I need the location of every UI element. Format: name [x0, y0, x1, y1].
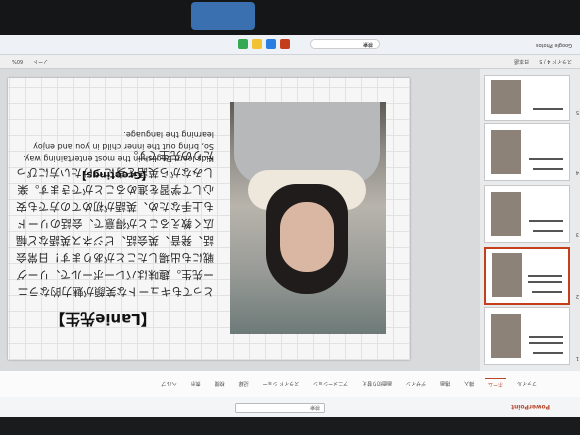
- thumbnail-text-line: [532, 291, 562, 293]
- thumbnail-text-line: [533, 352, 563, 354]
- slide-thumbnail[interactable]: [484, 185, 570, 243]
- tab-animations[interactable]: アニメーション: [310, 379, 351, 390]
- slide-editor[interactable]: 【Lanie先生】 とってもキュートな笑顔が魅力的なラニー先生。趣味はバレーボー…: [8, 78, 410, 360]
- slide-title[interactable]: 【Lanie先生】: [18, 309, 188, 330]
- thumb-number: 4: [575, 169, 579, 175]
- thumbnail-photo: [491, 314, 521, 358]
- taskbar-search-label: 検索: [362, 41, 373, 47]
- tab-view[interactable]: 表示: [188, 379, 204, 390]
- ribbon-tabs: ファイル ホーム 挿入 描画 デザイン 画面切り替え アニメーション スライド …: [0, 370, 580, 397]
- tab-help[interactable]: ヘルプ: [159, 379, 180, 390]
- thumb-number: 3: [575, 231, 579, 237]
- explorer-icon[interactable]: [252, 39, 262, 49]
- chrome-icon[interactable]: [238, 39, 248, 49]
- taskbar-search[interactable]: 検索: [310, 39, 380, 49]
- taskbar-widget[interactable]: Google Photos: [536, 42, 572, 48]
- thumbnail-photo: [492, 253, 522, 297]
- tab-file[interactable]: ファイル: [514, 379, 540, 390]
- zoom-level[interactable]: 60%: [12, 59, 23, 65]
- tab-draw[interactable]: 描画: [437, 379, 453, 390]
- taskbar: Google Photos 検索: [0, 34, 580, 55]
- language-indicator[interactable]: 日本語: [514, 58, 529, 65]
- thumb-number: 1: [575, 355, 579, 361]
- thumbnail-photo: [491, 130, 521, 174]
- slide-thumbnail-selected[interactable]: [484, 247, 570, 305]
- thumbnail-text-line: [528, 281, 562, 283]
- thumbnail-text-line: [533, 168, 563, 170]
- tab-design[interactable]: デザイン: [403, 379, 429, 390]
- search-input[interactable]: 検索: [235, 403, 325, 413]
- tab-review[interactable]: 校閲: [212, 379, 228, 390]
- slide-thumbnail[interactable]: [484, 307, 570, 365]
- status-bar: スライド 4 / 5 日本語 ノート 60%: [0, 55, 580, 69]
- thumbnail-photo: [491, 80, 521, 114]
- photo-face: [280, 202, 334, 272]
- thumbnail-text-line: [533, 230, 563, 232]
- tab-transitions[interactable]: 画面切り替え: [359, 379, 395, 390]
- slide-thumbnail[interactable]: [484, 123, 570, 181]
- rotated-screen: PowerPoint 検索 ファイル ホーム 挿入 描画 デザイン 画面切り替え…: [0, 0, 580, 435]
- monitor-bezel-top: [0, 417, 580, 435]
- monitor-sticker: [191, 2, 255, 30]
- tab-record[interactable]: 記録: [236, 379, 252, 390]
- teacher-photo[interactable]: [230, 102, 386, 334]
- thumbnail-text-line: [528, 275, 562, 277]
- tab-slideshow[interactable]: スライド ショー: [260, 379, 303, 390]
- slide-thumbnail[interactable]: [484, 75, 570, 121]
- thumbnail-text-line: [533, 108, 563, 110]
- search-placeholder: 検索: [309, 404, 320, 411]
- slide-counter: スライド 4 / 5: [539, 58, 572, 64]
- tab-insert[interactable]: 挿入: [461, 379, 477, 390]
- thumbnail-text-line: [529, 336, 563, 338]
- thumbnail-photo: [491, 192, 521, 236]
- app-name: PowerPoint: [511, 403, 550, 411]
- powerpoint-icon[interactable]: [280, 39, 290, 49]
- edge-icon[interactable]: [266, 39, 276, 49]
- thumbnail-text-line: [529, 220, 563, 222]
- tab-home[interactable]: ホーム: [485, 378, 506, 390]
- greeting-text[interactable]: Kids learn English in the most entertain…: [14, 128, 214, 164]
- thumb-number: 5: [575, 109, 579, 115]
- thumbnail-text-line: [529, 342, 563, 344]
- thumbnail-text-line: [529, 158, 563, 160]
- greeting-title[interactable]: 【Greetings】: [14, 169, 214, 184]
- notes-button[interactable]: ノート: [33, 58, 48, 65]
- slide-thumbnail-panel[interactable]: 1 2 3 4 5: [479, 69, 580, 371]
- monitor-bezel-bottom: [0, 0, 580, 35]
- thumb-number: 2: [575, 293, 579, 299]
